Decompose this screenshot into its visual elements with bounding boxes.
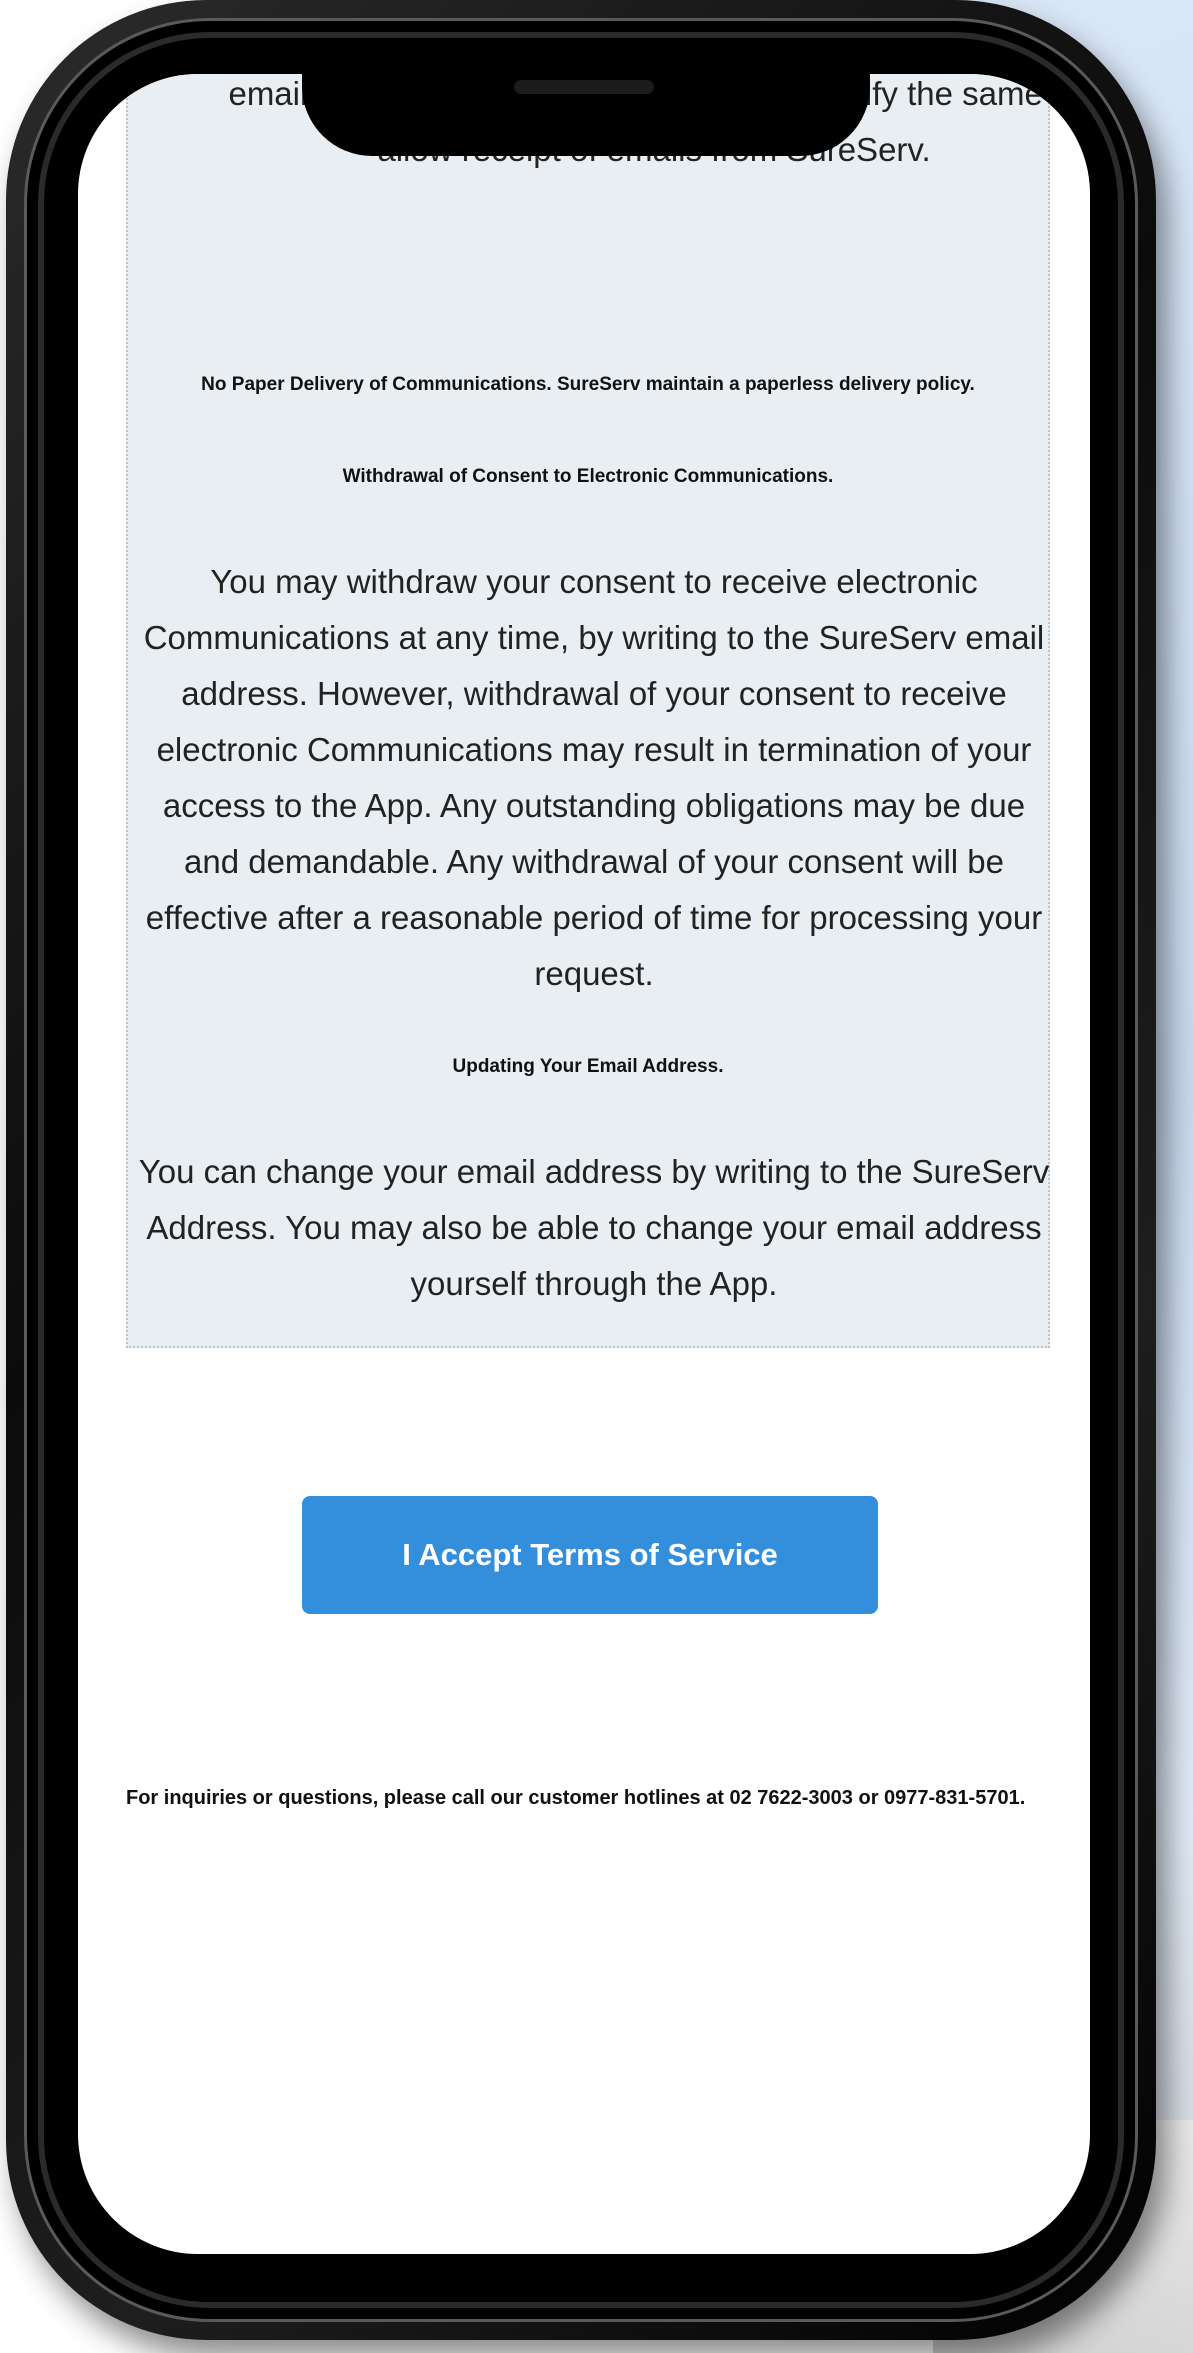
withdrawal-heading: Withdrawal of Consent to Electronic Comm… — [342, 466, 834, 487]
stage: email ... email address book, you must m… — [0, 0, 1193, 2353]
speaker-grille — [514, 80, 654, 94]
phone-notch — [302, 60, 870, 156]
footer-contact-text: For inquiries or questions, please call … — [126, 1787, 1026, 1809]
terms-panel[interactable]: email ... email address book, you must m… — [126, 74, 1080, 1348]
accept-terms-button[interactable]: I Accept Terms of Service — [302, 1496, 878, 1614]
update-email-heading: Updating Your Email Address. — [452, 1056, 724, 1077]
phone-screen[interactable]: email ... email address book, you must m… — [78, 74, 1090, 2254]
update-email-text: You can change your email address by wri… — [138, 1153, 1050, 1302]
withdrawal-text: You may withdraw your consent to receive… — [143, 563, 1045, 992]
phone-frame: email ... email address book, you must m… — [6, 0, 1156, 2340]
no-paper-delivery-text: No Paper Delivery of Communications. Sur… — [201, 374, 975, 395]
